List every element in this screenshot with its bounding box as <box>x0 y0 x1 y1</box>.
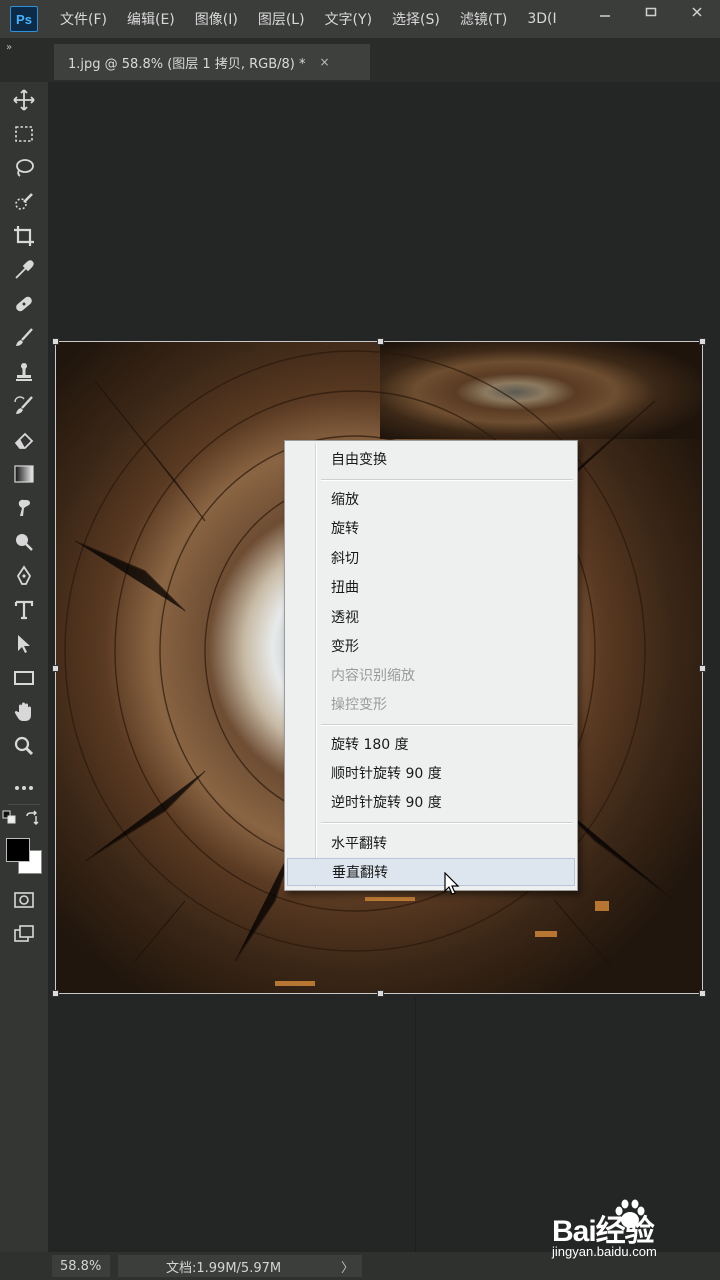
menu-layer[interactable]: 图层(L) <box>258 9 305 29</box>
pen-icon[interactable] <box>10 562 38 590</box>
menu-item-puppet-warp: 操控变形 <box>331 697 387 713</box>
hand-icon[interactable] <box>10 698 38 726</box>
menu-item-warp[interactable]: 变形 <box>287 632 575 660</box>
zoom-icon[interactable] <box>10 732 38 760</box>
default-colors-icon[interactable] <box>2 810 20 828</box>
window-controls <box>580 0 720 26</box>
menu-item-perspective[interactable]: 透视 <box>287 603 575 631</box>
document-tab[interactable]: 1.jpg @ 58.8% (图层 1 拷贝, RGB/8) * × <box>54 44 370 80</box>
document-tab-bar: » 1.jpg @ 58.8% (图层 1 拷贝, RGB/8) * × <box>0 38 720 82</box>
menu-item-rotate-90-ccw[interactable]: 逆时针旋转 90 度 <box>287 788 575 816</box>
healing-brush-icon[interactable] <box>10 290 38 318</box>
chevron-right-icon[interactable]: 〉 <box>341 1257 354 1276</box>
quick-selection-icon[interactable] <box>10 188 38 216</box>
menu-filter[interactable]: 滤镜(T) <box>460 9 507 29</box>
rectangle-shape-icon[interactable] <box>10 664 38 692</box>
lasso-icon[interactable] <box>10 154 38 182</box>
menu-select[interactable]: 选择(S) <box>392 9 440 29</box>
clone-stamp-icon[interactable] <box>10 358 38 386</box>
close-icon[interactable] <box>674 0 720 24</box>
menu-item-flip-horizontal[interactable]: 水平翻转 <box>287 829 575 857</box>
menu-item-scale[interactable]: 缩放 <box>287 485 575 513</box>
zoom-level-field[interactable]: 58.8% <box>52 1255 110 1277</box>
swap-colors-icon[interactable] <box>24 810 42 828</box>
photoshop-logo[interactable]: Ps <box>10 6 38 32</box>
menu-separator <box>321 724 573 726</box>
foreground-color-swatch[interactable] <box>6 838 30 862</box>
dodge-icon[interactable] <box>10 528 38 556</box>
menu-3d[interactable]: 3D(I <box>527 11 556 27</box>
move-tool-icon[interactable] <box>10 86 38 114</box>
panel-collapse-icon[interactable]: » <box>6 42 12 53</box>
menu-separator <box>321 479 573 481</box>
menu-item-rotate-180[interactable]: 旋转 180 度 <box>287 730 575 758</box>
history-brush-icon[interactable] <box>10 392 38 420</box>
document-size-text: 文档:1.99M/5.97M <box>166 1260 282 1276</box>
baidu-jingyan-watermark: Bai经验 jingyan.baidu.com <box>552 1196 712 1268</box>
transform-context-menu: 自由变换 缩放 旋转 斜切 扭曲 透视 变形 内容识别缩放 操控变形 旋转 18… <box>284 440 578 891</box>
crop-icon[interactable] <box>10 222 38 250</box>
menu-separator <box>321 822 573 824</box>
rectangular-marquee-icon[interactable] <box>10 120 38 148</box>
menu-item-flip-vertical[interactable]: 垂直翻转 <box>287 858 575 886</box>
menu-item-free-transform[interactable]: 自由变换 <box>287 445 575 473</box>
restore-icon[interactable] <box>628 0 674 24</box>
watermark-url: jingyan.baidu.com <box>552 1244 657 1259</box>
gradient-icon[interactable] <box>10 460 38 488</box>
menu-edit[interactable]: 编辑(E) <box>127 9 175 29</box>
menu-item-distort[interactable]: 扭曲 <box>287 573 575 601</box>
menu-file[interactable]: 文件(F) <box>60 9 107 29</box>
tab-close-icon[interactable]: × <box>319 55 329 69</box>
tools-panel <box>0 82 48 1252</box>
menu-item-rotate-90-cw[interactable]: 顺时针旋转 90 度 <box>287 759 575 787</box>
document-tab-title: 1.jpg @ 58.8% (图层 1 拷贝, RGB/8) * <box>68 56 306 72</box>
minimize-icon[interactable] <box>582 0 628 24</box>
document-info[interactable]: 文档:1.99M/5.97M 〉 <box>118 1255 362 1277</box>
menu-item-content-aware-scale: 内容识别缩放 <box>331 668 415 684</box>
mouse-cursor-icon <box>444 872 460 895</box>
type-icon[interactable] <box>10 596 38 624</box>
more-tools-icon[interactable] <box>10 774 38 802</box>
brush-icon[interactable] <box>10 324 38 352</box>
eyedropper-icon[interactable] <box>10 256 38 284</box>
smudge-icon[interactable] <box>10 494 38 522</box>
toolbar-divider <box>8 804 40 805</box>
quick-mask-icon[interactable] <box>10 886 38 914</box>
menu-item-rotate[interactable]: 旋转 <box>287 514 575 542</box>
canvas-divider <box>415 998 416 1258</box>
path-selection-icon[interactable] <box>10 630 38 658</box>
eraser-icon[interactable] <box>10 426 38 454</box>
menu-image[interactable]: 图像(I) <box>195 9 238 29</box>
screen-mode-icon[interactable] <box>10 920 38 948</box>
menu-type[interactable]: 文字(Y) <box>325 9 372 29</box>
menu-item-skew[interactable]: 斜切 <box>287 544 575 572</box>
